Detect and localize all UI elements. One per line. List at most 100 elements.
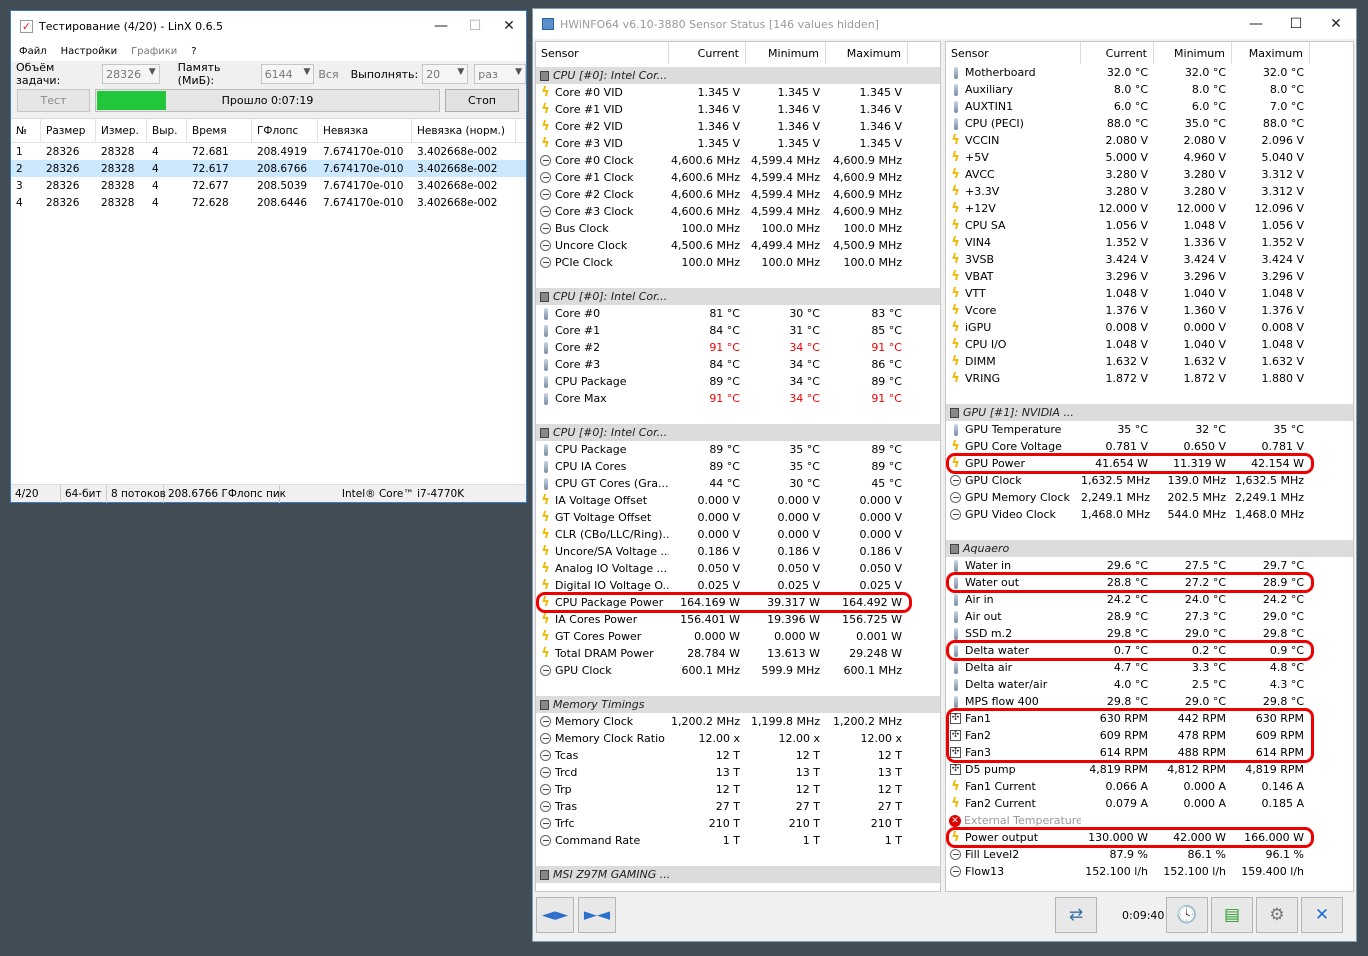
nav-left-right-icon[interactable]: ◄► bbox=[536, 897, 574, 933]
column-header[interactable]: Current bbox=[1081, 42, 1154, 64]
sensor-row[interactable]: Uncore Clock 4,500.6 MHz 4,499.4 MHz 4,500.… bbox=[536, 237, 940, 254]
sensor-row[interactable]: Trp 12 T 12 T 12 T bbox=[536, 781, 940, 798]
sensor-row[interactable]: ✣ Fan2 609 RPM 478 RPM 609 RPM bbox=[946, 727, 1353, 744]
table-row[interactable]: 4 28326 28328 4 72.628 208.6446 7.674170e-010 3… bbox=[11, 194, 526, 211]
sensor-row[interactable]: Core #2 91 °C 34 °C 91 °C bbox=[536, 339, 940, 356]
table-row[interactable]: 2 28326 28328 4 72.617 208.6766 7.674170e-010 3… bbox=[11, 160, 526, 177]
sensor-row[interactable]: Delta water/air 4.0 °C 2.5 °C 4.3 °C bbox=[946, 676, 1353, 693]
sensor-row[interactable]: Tras 27 T 27 T 27 T bbox=[536, 798, 940, 815]
nav-collapse-icon[interactable]: ►◄ bbox=[578, 897, 616, 933]
sensor-row[interactable]: ϟ Vcore 1.376 V 1.360 V 1.376 V bbox=[946, 302, 1353, 319]
sensor-row[interactable]: Tcas 12 T 12 T 12 T bbox=[536, 747, 940, 764]
sensor-row[interactable]: GPU Temperature 35 °C 32 °C 35 °C bbox=[946, 421, 1353, 438]
sensor-row[interactable]: ϟ Fan1 Current 0.066 A 0.000 A 0.146 A bbox=[946, 778, 1353, 795]
close-icon[interactable]: ✕ bbox=[1316, 9, 1356, 39]
sensor-row[interactable]: ϟ Uncore/SA Voltage ... 0.186 V 0.186 V 0.18… bbox=[536, 543, 940, 560]
sensor-row[interactable]: ϟ CPU SA 1.056 V 1.048 V 1.056 V bbox=[946, 217, 1353, 234]
sensor-row[interactable]: ϟ AVCC 3.280 V 3.280 V 3.312 V bbox=[946, 166, 1353, 183]
sensor-row[interactable]: ϟ Fan2 Current 0.079 A 0.000 A 0.185 A bbox=[946, 795, 1353, 812]
sensor-row[interactable]: ✕ External Temperature bbox=[946, 812, 1353, 829]
minimize-icon[interactable]: — bbox=[1236, 9, 1276, 39]
sensor-row[interactable]: Core #1 Clock 4,600.6 MHz 4,599.4 MHz 4,600… bbox=[536, 169, 940, 186]
sensor-row[interactable]: Core #0 81 °C 30 °C 83 °C bbox=[536, 305, 940, 322]
gear-icon[interactable]: ⚙ bbox=[1256, 897, 1298, 933]
sensor-row[interactable]: ϟ GT Voltage Offset 0.000 V 0.000 V 0.000 V bbox=[536, 509, 940, 526]
sensor-row[interactable]: Delta water 0.7 °C 0.2 °C 0.9 °C bbox=[946, 642, 1353, 659]
sensor-row[interactable]: GPU Clock 1,632.5 MHz 139.0 MHz 1,632.5 MHz bbox=[946, 472, 1353, 489]
sensor-row[interactable]: Auxiliary 8.0 °C 8.0 °C 8.0 °C bbox=[946, 81, 1353, 98]
close-icon[interactable]: ✕ bbox=[1301, 897, 1343, 933]
sensor-row[interactable]: ϟ VRING 1.872 V 1.872 V 1.880 V bbox=[946, 370, 1353, 387]
sensor-row[interactable]: CPU IA Cores 89 °C 35 °C 89 °C bbox=[536, 458, 940, 475]
sensor-row[interactable]: Memory Clock Ratio 12.00 x 12.00 x 12.00 x bbox=[536, 730, 940, 747]
sensor-group-row[interactable]: CPU [#0]: Intel Cor... bbox=[536, 288, 940, 305]
sensor-row[interactable]: ϟ GT Cores Power 0.000 W 0.000 W 0.001 W bbox=[536, 628, 940, 645]
sensor-row[interactable]: PCIe Clock 100.0 MHz 100.0 MHz 100.0 MHz bbox=[536, 254, 940, 271]
sensor-row[interactable]: Trfc 210 T 210 T 210 T bbox=[536, 815, 940, 832]
column-header[interactable]: Sensor bbox=[946, 42, 1081, 64]
sensor-row[interactable]: Bus Clock 100.0 MHz 100.0 MHz 100.0 MHz bbox=[536, 220, 940, 237]
menu-help[interactable]: ? bbox=[191, 46, 196, 57]
sensor-row[interactable]: ϟ Core #3 VID 1.345 V 1.345 V 1.345 V bbox=[536, 135, 940, 152]
menu-settings[interactable]: Настройки bbox=[61, 46, 117, 57]
sensor-row[interactable]: ϟ GPU Power 41.654 W 11.319 W 42.154 W bbox=[946, 455, 1353, 472]
add-report-icon[interactable]: ▤ bbox=[1211, 897, 1253, 933]
sensor-row[interactable]: ϟ Power output 130.000 W 42.000 W 166.000 W bbox=[946, 829, 1353, 846]
sensor-row[interactable]: ϟ Core #1 VID 1.346 V 1.346 V 1.346 V bbox=[536, 101, 940, 118]
sensor-row[interactable]: Memory Clock 1,200.2 MHz 1,199.8 MHz 1,200.… bbox=[536, 713, 940, 730]
sensor-row[interactable]: Water in 29.6 °C 27.5 °C 29.7 °C bbox=[946, 557, 1353, 574]
sensor-row[interactable]: Motherboard 32.0 °C 32.0 °C 32.0 °C bbox=[946, 64, 1353, 81]
sensor-row[interactable]: Core #1 84 °C 31 °C 85 °C bbox=[536, 322, 940, 339]
column-header[interactable]: Maximum bbox=[1232, 42, 1310, 64]
sensor-row[interactable]: ϟ +5V 5.000 V 4.960 V 5.040 V bbox=[946, 149, 1353, 166]
sensor-row[interactable]: ϟ Digital IO Voltage O... 0.025 V 0.025 V 0.… bbox=[536, 577, 940, 594]
test-button[interactable]: Тест bbox=[17, 89, 90, 112]
sensor-row[interactable]: Core #0 Clock 4,600.6 MHz 4,599.4 MHz 4,600… bbox=[536, 152, 940, 169]
sensor-row[interactable]: ϟ VTT 1.048 V 1.040 V 1.048 V bbox=[946, 285, 1353, 302]
sensor-row[interactable]: ϟ GPU Core Voltage 0.781 V 0.650 V 0.781 V bbox=[946, 438, 1353, 455]
sensor-row[interactable]: ϟ Core #0 VID 1.345 V 1.345 V 1.345 V bbox=[536, 84, 940, 101]
run-unit-combo[interactable]: раз ▼ bbox=[474, 64, 526, 84]
sensor-row[interactable]: ϟ Core #2 VID 1.346 V 1.346 V 1.346 V bbox=[536, 118, 940, 135]
minimize-icon[interactable]: — bbox=[424, 11, 458, 41]
sensor-group-row[interactable]: Aquaero bbox=[946, 540, 1353, 557]
table-row[interactable]: 3 28326 28328 4 72.677 208.5039 7.674170e-010 3… bbox=[11, 177, 526, 194]
sensor-row[interactable]: Core #3 84 °C 34 °C 86 °C bbox=[536, 356, 940, 373]
sensor-group-row[interactable]: Memory Timings bbox=[536, 696, 940, 713]
sensor-group-row[interactable]: MSI Z97M GAMING ... bbox=[536, 866, 940, 883]
sensor-row[interactable]: GPU Memory Clock 2,249.1 MHz 202.5 MHz 2,24… bbox=[946, 489, 1353, 506]
maximize-icon[interactable]: ☐ bbox=[1276, 9, 1316, 39]
sensor-row[interactable]: CPU GT Cores (Gra... 44 °C 30 °C 45 °C bbox=[536, 475, 940, 492]
table-row[interactable]: 1 28326 28328 4 72.681 208.4919 7.674170e-010 3… bbox=[11, 143, 526, 160]
sensor-row[interactable]: Air out 28.9 °C 27.3 °C 29.0 °C bbox=[946, 608, 1353, 625]
sensor-row[interactable]: MPS flow 400 29.8 °C 29.0 °C 29.8 °C bbox=[946, 693, 1353, 710]
task-size-combo[interactable]: 28326 ▼ bbox=[102, 64, 160, 84]
sensor-row[interactable]: Trcd 13 T 13 T 13 T bbox=[536, 764, 940, 781]
sensor-row[interactable]: ϟ VBAT 3.296 V 3.296 V 3.296 V bbox=[946, 268, 1353, 285]
sensor-row[interactable]: ✣ D5 pump 4,819 RPM 4,812 RPM 4,819 RPM bbox=[946, 761, 1353, 778]
sensor-row[interactable]: Core #2 Clock 4,600.6 MHz 4,599.4 MHz 4,600… bbox=[536, 186, 940, 203]
close-icon[interactable]: ✕ bbox=[492, 11, 526, 41]
sensor-row[interactable]: ϟ iGPU 0.008 V 0.000 V 0.008 V bbox=[946, 319, 1353, 336]
linx-titlebar[interactable]: ✓ Тестирование (4/20) - LinX 0.6.5 — ☐ ✕ bbox=[11, 11, 526, 41]
sensor-row[interactable]: ϟ +12V 12.000 V 12.000 V 12.096 V bbox=[946, 200, 1353, 217]
column-header[interactable]: Current bbox=[669, 42, 746, 64]
sensor-row[interactable]: ϟ CPU I/O 1.048 V 1.040 V 1.048 V bbox=[946, 336, 1353, 353]
sensor-panel-left[interactable]: Sensor Current Minimum Maximum CPU [#0]: Int… bbox=[535, 41, 941, 892]
maximize-icon[interactable]: ☐ bbox=[458, 11, 492, 41]
sensor-row[interactable]: ϟ IA Cores Power 156.401 W 19.396 W 156.725 … bbox=[536, 611, 940, 628]
sensor-row[interactable]: ϟ CPU Package Power 164.169 W 39.317 W 164.4… bbox=[536, 594, 940, 611]
menu-file[interactable]: Файл bbox=[19, 46, 47, 57]
column-header[interactable]: Minimum bbox=[1154, 42, 1232, 64]
sensor-row[interactable]: CPU Package 89 °C 34 °C 89 °C bbox=[536, 373, 940, 390]
memory-combo[interactable]: 6144 ▼ bbox=[260, 64, 315, 84]
table-header[interactable]: № Размер Измер. Выр. Время ГФлопс Невязка Невяз… bbox=[11, 118, 526, 143]
sensor-row[interactable]: ϟ DIMM 1.632 V 1.632 V 1.632 V bbox=[946, 353, 1353, 370]
network-icon[interactable]: ⇄ bbox=[1055, 897, 1097, 933]
sensor-row[interactable]: GPU Clock 600.1 MHz 599.9 MHz 600.1 MHz bbox=[536, 662, 940, 679]
sensor-row[interactable]: ϟ CLR (CBo/LLC/Ring)... 0.000 V 0.000 V 0.00… bbox=[536, 526, 940, 543]
clock-icon[interactable]: 🕓 bbox=[1166, 897, 1208, 933]
menu-graphs[interactable]: Графики bbox=[131, 46, 177, 57]
sensor-group-row[interactable]: CPU [#0]: Intel Cor... bbox=[536, 67, 940, 84]
stop-button[interactable]: Стоп bbox=[445, 89, 519, 112]
